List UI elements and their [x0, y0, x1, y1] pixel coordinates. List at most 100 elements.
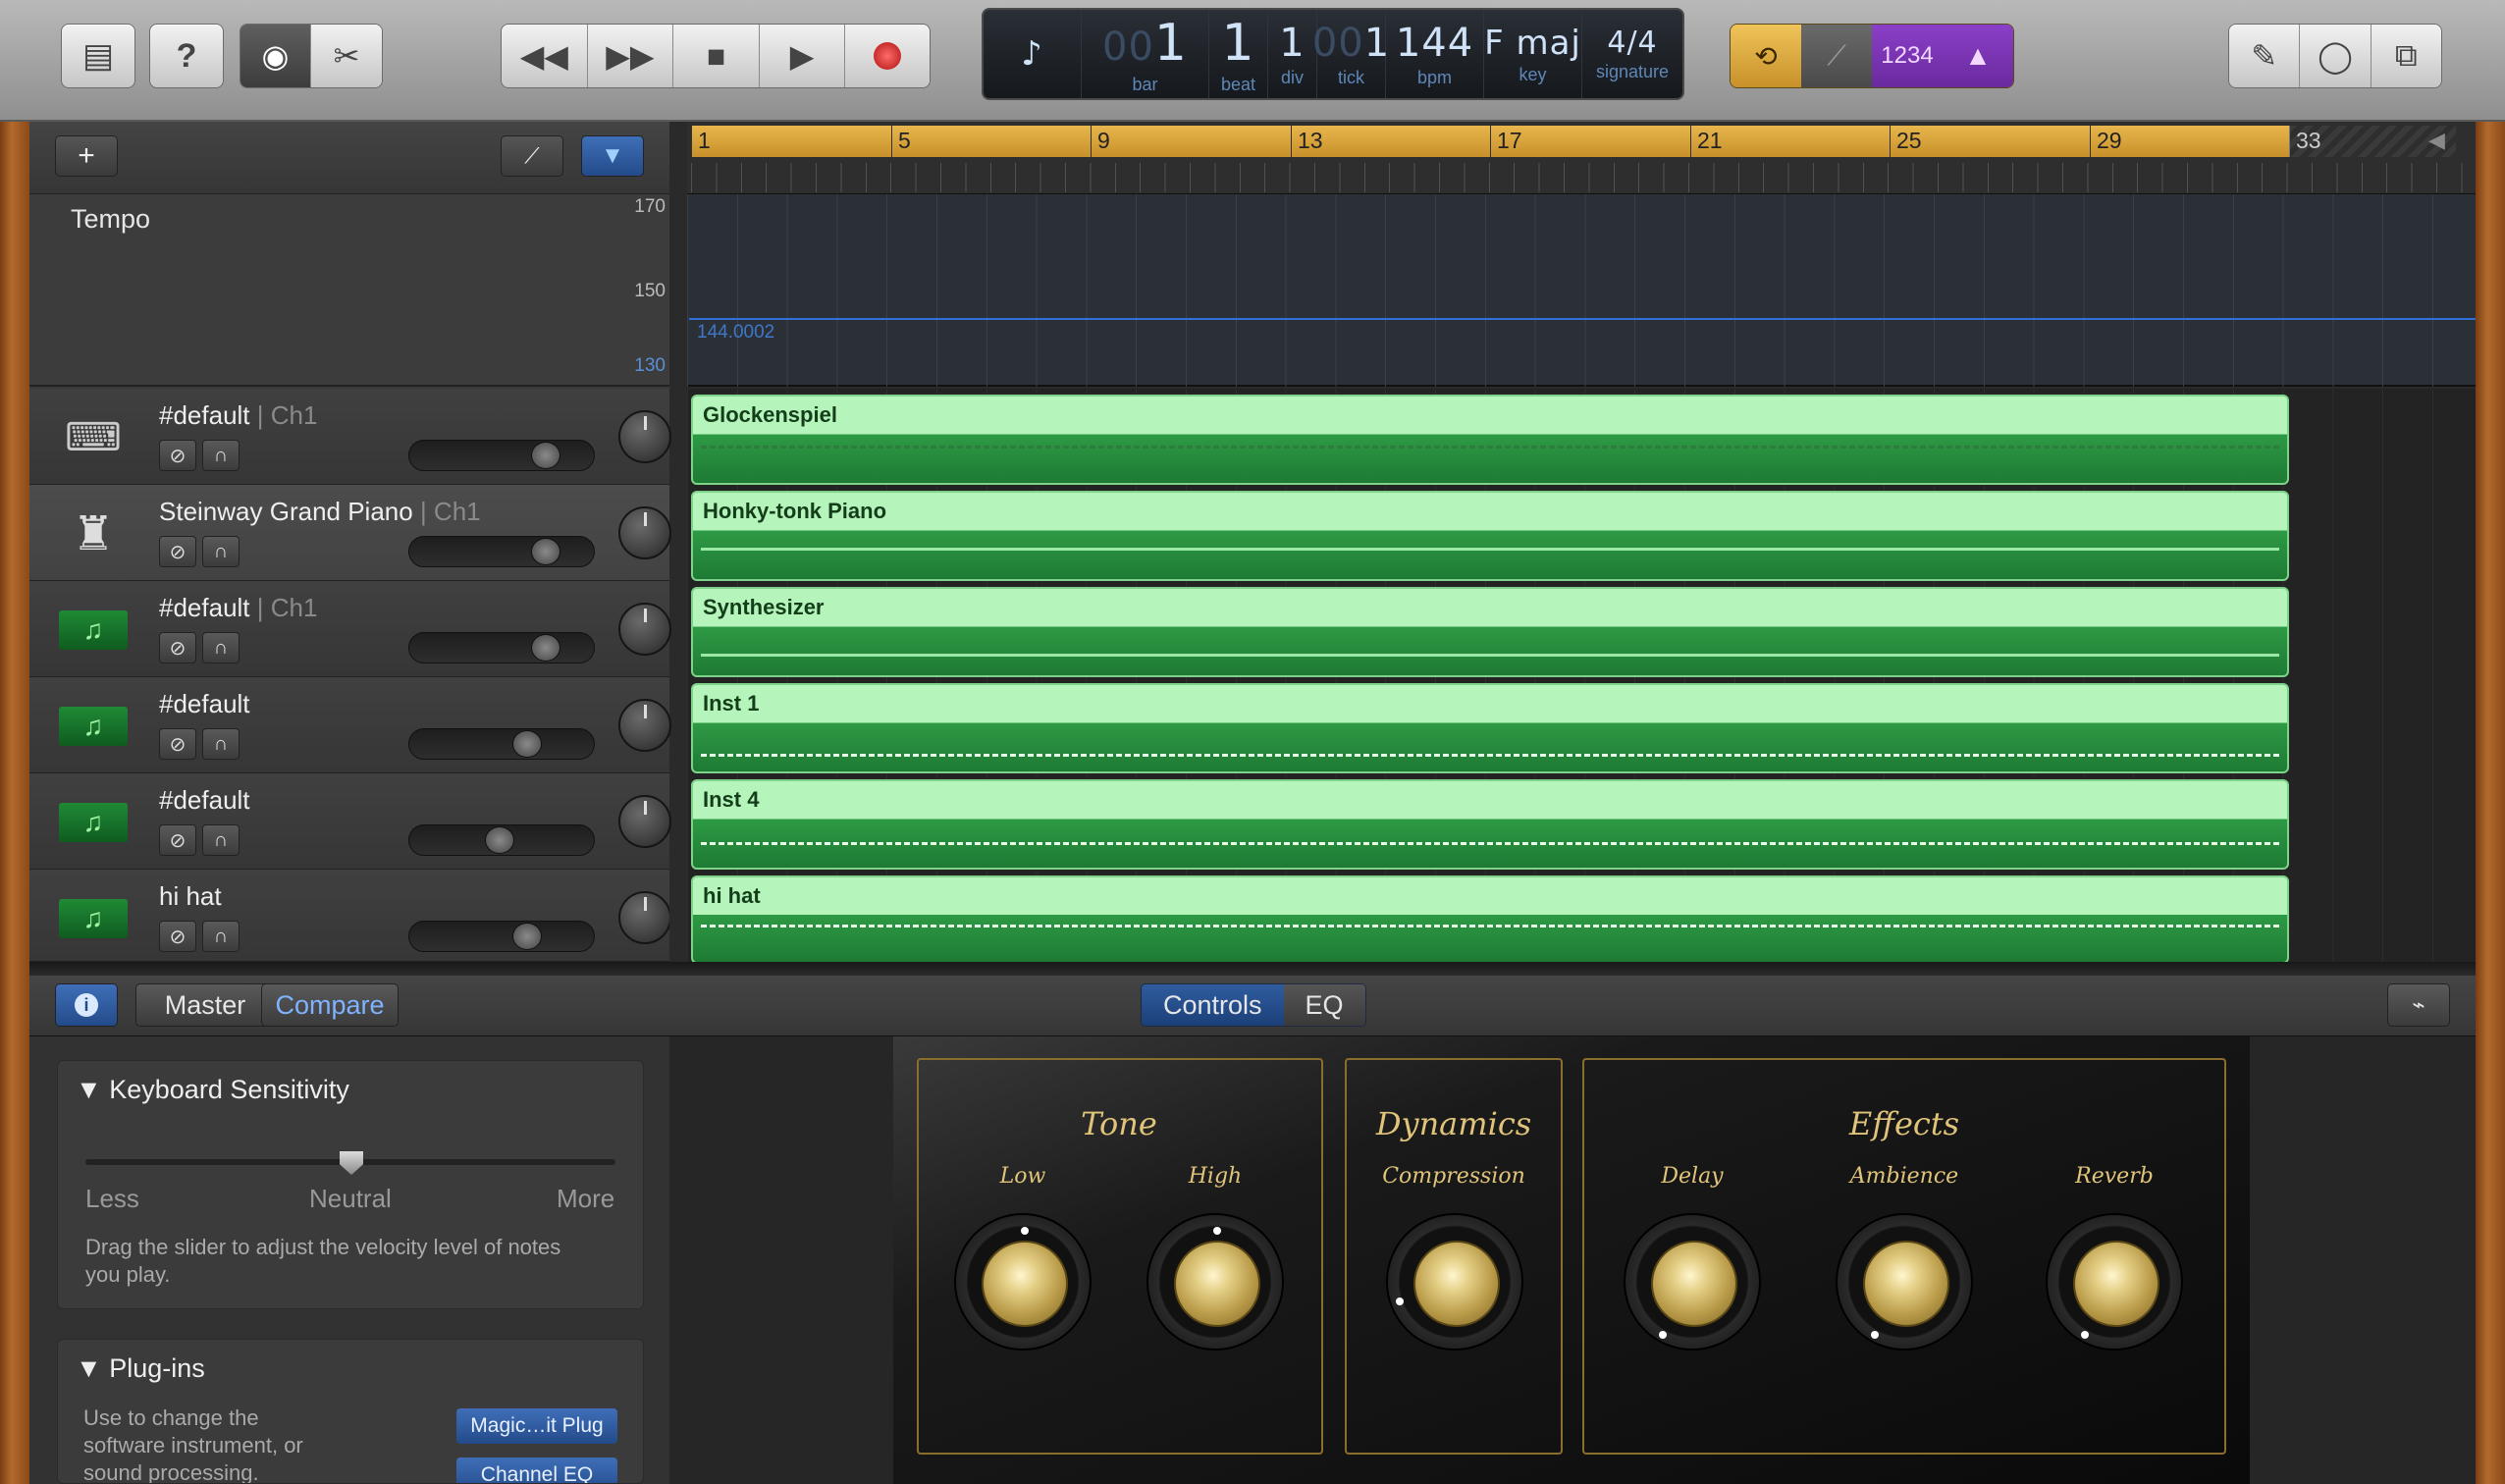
solo-button[interactable]: ∩	[202, 632, 240, 663]
volume-slider[interactable]	[408, 921, 595, 952]
eq-curve-button[interactable]: ⌁	[2387, 983, 2450, 1027]
mute-button[interactable]: ⊘	[159, 824, 196, 856]
volume-slider-thumb[interactable]	[530, 442, 560, 469]
track-header[interactable]: ♜ Steinway Grand Piano | Ch1 ⊘ ∩	[29, 485, 671, 581]
tab-eq-label: EQ	[1305, 989, 1344, 1020]
mute-button[interactable]: ⊘	[159, 440, 196, 471]
volume-slider[interactable]	[408, 440, 595, 471]
ambience-knob[interactable]	[1836, 1213, 1973, 1351]
tab-controls[interactable]: Controls	[1142, 984, 1284, 1026]
rewind-button[interactable]: ◀◀	[502, 25, 588, 87]
tab-eq[interactable]: EQ	[1283, 984, 1365, 1026]
volume-slider[interactable]	[408, 632, 595, 663]
lcd-key-value: F maj	[1484, 23, 1581, 63]
region[interactable]: Synthesizer	[691, 587, 2289, 677]
solo-button[interactable]: ∩	[202, 440, 240, 471]
tempo-lane[interactable]	[687, 194, 2476, 387]
solo-button[interactable]: ∩	[202, 536, 240, 567]
mute-button[interactable]: ⊘	[159, 921, 196, 952]
solo-button[interactable]: ∩	[202, 824, 240, 856]
record-icon	[874, 42, 902, 70]
note-pad-button[interactable]: ✎	[2229, 25, 2301, 87]
region[interactable]: hi hat	[691, 875, 2289, 964]
add-track-button[interactable]: +	[55, 135, 118, 177]
cycle-button[interactable]: ⟲	[1731, 25, 1801, 87]
volume-slider-thumb[interactable]	[511, 730, 542, 758]
volume-slider[interactable]	[408, 536, 595, 567]
play-button[interactable]: ▶	[759, 25, 846, 87]
track-header[interactable]: ♫ #default ⊘ ∩	[29, 677, 671, 773]
track-name-text: #default	[159, 785, 250, 815]
tempo-track-header[interactable]: Tempo 170 150 130	[29, 194, 669, 387]
volume-slider[interactable]	[408, 728, 595, 760]
region[interactable]: Glockenspiel	[691, 395, 2289, 485]
loop-browser-button[interactable]: ◯	[2300, 25, 2372, 87]
fast-forward-button[interactable]: ▶▶	[587, 25, 674, 87]
pan-knob[interactable]	[618, 795, 671, 848]
lcd-signature[interactable]: 4/4 signature	[1582, 10, 1682, 98]
solo-button[interactable]: ∩	[202, 728, 240, 760]
region[interactable]: Honky-tonk Piano	[691, 491, 2289, 581]
mute-button[interactable]: ⊘	[159, 728, 196, 760]
volume-slider[interactable]	[408, 824, 595, 856]
editors-button[interactable]: ✂	[311, 25, 382, 87]
track-header[interactable]: ♫ hi hat ⊘ ∩	[29, 870, 669, 962]
sensitivity-slider-thumb[interactable]	[340, 1151, 363, 1175]
plugin-slot-1[interactable]: Magic…it Plug	[456, 1408, 617, 1444]
track-icon-wrap: ♫	[59, 603, 128, 658]
high-knob[interactable]	[1146, 1213, 1284, 1351]
plugin-slot-2[interactable]: Channel EQ	[456, 1458, 617, 1483]
region[interactable]: Inst 4	[691, 779, 2289, 870]
lcd-tempo[interactable]: 144 bpm	[1386, 10, 1484, 98]
track-header[interactable]: ♫ #default | Ch1 ⊘ ∩	[29, 581, 671, 677]
compression-knob-indicator	[1396, 1298, 1404, 1305]
reverb-knob[interactable]	[2046, 1213, 2183, 1351]
lcd-div-label: div	[1280, 67, 1304, 87]
volume-slider-thumb[interactable]	[530, 538, 560, 565]
solo-button[interactable]: ∩	[202, 921, 240, 952]
disclosure-triangle-icon: ▼	[76, 1353, 102, 1383]
pane-divider[interactable]	[29, 962, 2476, 976]
master-button[interactable]: Master	[135, 983, 275, 1027]
inspector-button[interactable]: i	[55, 983, 118, 1027]
sensitivity-neutral-label: Neutral	[309, 1184, 392, 1213]
pan-knob[interactable]	[618, 410, 671, 463]
lcd-mode[interactable]: ♪	[984, 10, 1082, 98]
volume-slider-thumb[interactable]	[511, 923, 542, 950]
delay-knob[interactable]	[1624, 1213, 1761, 1351]
automation-button[interactable]: ⟋	[501, 135, 563, 177]
lcd-key-label: key	[1519, 64, 1547, 84]
pan-knob[interactable]	[618, 891, 669, 944]
plugins-header[interactable]: ▼ Plug-ins	[76, 1353, 205, 1384]
stop-icon: ■	[706, 37, 726, 74]
pan-knob[interactable]	[618, 506, 671, 559]
region[interactable]: Inst 1	[691, 683, 2289, 773]
keyboard-sensitivity-header[interactable]: ▼ Keyboard Sensitivity	[76, 1075, 349, 1105]
track-header[interactable]: ⌨ #default | Ch1 ⊘ ∩	[29, 389, 671, 485]
record-button[interactable]	[845, 25, 930, 87]
volume-slider-thumb[interactable]	[530, 634, 560, 662]
tuner-button[interactable]: ⟋	[1801, 25, 1872, 87]
tempo-line[interactable]	[689, 318, 2476, 320]
music-note-icon: ♫	[59, 707, 128, 746]
low-knob[interactable]	[954, 1213, 1092, 1351]
end-marker-icon[interactable]: ◀	[2428, 128, 2445, 153]
catch-playhead-button[interactable]: ▼	[581, 135, 644, 177]
count-in-button[interactable]: 1234	[1872, 25, 1943, 87]
compare-button[interactable]: Compare	[261, 983, 399, 1027]
stop-button[interactable]: ■	[673, 25, 760, 87]
quick-help-button[interactable]: ?	[149, 24, 224, 88]
lcd-display[interactable]: ♪ 001 bar 1 beat 1 div 001 tick 144 bpm …	[982, 8, 1684, 100]
track-header[interactable]: ♫ #default ⊘ ∩	[29, 773, 671, 870]
media-browser-button[interactable]: ⧉	[2371, 25, 2441, 87]
lcd-key[interactable]: F maj key	[1484, 10, 1582, 98]
compression-knob[interactable]	[1386, 1213, 1523, 1351]
metronome-button[interactable]: ▲	[1943, 25, 2013, 87]
pan-knob[interactable]	[618, 699, 671, 752]
library-button[interactable]: ▤	[61, 24, 135, 88]
volume-slider-thumb[interactable]	[484, 826, 514, 854]
pan-knob[interactable]	[618, 603, 671, 656]
mute-button[interactable]: ⊘	[159, 536, 196, 567]
smart-controls-button[interactable]: ◉	[240, 25, 311, 87]
mute-button[interactable]: ⊘	[159, 632, 196, 663]
